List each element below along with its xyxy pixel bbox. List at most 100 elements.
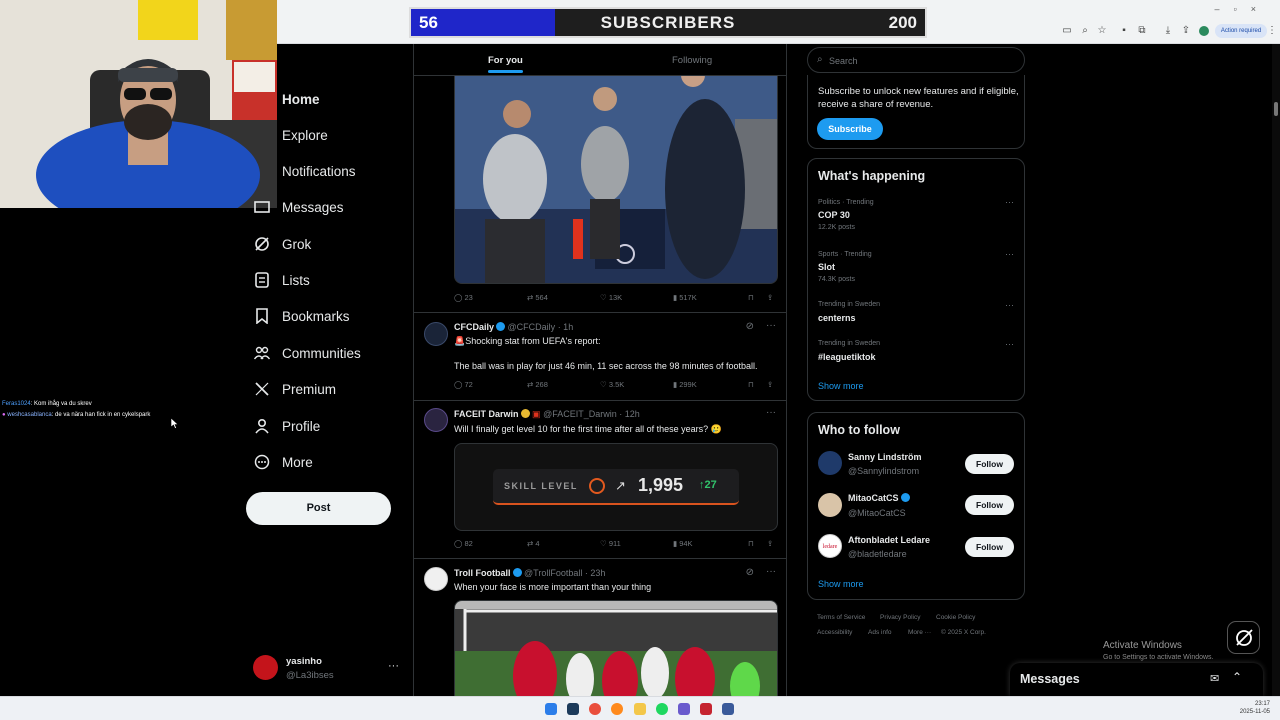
tweet-more-icon[interactable]: ··· — [766, 407, 776, 418]
bookmark-icon[interactable]: ⊓ — [748, 380, 754, 389]
follow-button[interactable]: Follow — [965, 495, 1014, 515]
profile-avatar-icon[interactable] — [1199, 26, 1209, 36]
start-icon[interactable] — [545, 703, 557, 715]
nav-bookmarks[interactable]: Bookmarks — [254, 301, 350, 331]
nav-explore[interactable]: Explore — [282, 120, 328, 150]
app-icon[interactable] — [700, 703, 712, 715]
messages-drawer[interactable]: Messages ✉ ⌃ — [1010, 663, 1263, 696]
browser-menu-icon[interactable]: ⋮ — [1267, 26, 1277, 36]
nav-grok[interactable]: Grok — [254, 229, 311, 259]
nav-notifications[interactable]: Notifications — [282, 156, 356, 186]
subscribe-button[interactable]: Subscribe — [817, 118, 883, 140]
tweet-time[interactable]: · 1h — [558, 322, 574, 332]
follow-name[interactable]: Sanny Lindström — [848, 452, 922, 462]
bookmark-icon[interactable]: ⊓ — [748, 293, 754, 302]
repost-button[interactable]: ⇄ 268 — [527, 380, 548, 389]
follow-button[interactable]: Follow — [965, 454, 1014, 474]
views-button[interactable]: ▮ 94K — [673, 539, 693, 548]
steam-icon[interactable] — [567, 703, 579, 715]
grok-tweet-icon[interactable]: ⊘ — [746, 567, 754, 578]
bookmark-icon[interactable]: ⊓ — [748, 539, 754, 548]
share-icon[interactable]: ⇪ — [767, 539, 773, 548]
show-more-link[interactable]: Show more — [818, 381, 864, 391]
expand-drawer-icon[interactable]: ⌃ — [1232, 670, 1242, 684]
footer-accessibility[interactable]: Accessibility — [817, 629, 852, 636]
tweet-time[interactable]: · 23h — [585, 568, 606, 578]
extension-icon[interactable]: ▪ — [1119, 26, 1129, 36]
follow-name[interactable]: MitaoCatCS — [848, 493, 910, 503]
page-scrollbar[interactable] — [1272, 44, 1280, 696]
reply-button[interactable]: ◯ 72 — [454, 380, 473, 389]
follow-name[interactable]: Aftonbladet Ledare — [848, 535, 930, 545]
chrome-icon[interactable] — [589, 703, 601, 715]
firefox-icon[interactable] — [611, 703, 623, 715]
tweet-media-image[interactable] — [454, 68, 778, 284]
zoom-icon[interactable]: ⌕ — [1080, 26, 1090, 36]
like-button[interactable]: ♡ 3.5K — [600, 380, 624, 389]
tab-for-you[interactable]: For you — [488, 55, 523, 73]
like-button[interactable]: ♡ 13K — [600, 293, 622, 302]
nav-lists[interactable]: Lists — [254, 265, 310, 295]
tweet-author-name[interactable]: FACEIT Darwin — [454, 409, 519, 419]
window-controls[interactable]: –▫× — [1215, 4, 1270, 14]
nav-home[interactable]: Home — [254, 84, 320, 114]
discord-icon[interactable] — [678, 703, 690, 715]
action-required-button[interactable]: Action required — [1215, 24, 1267, 38]
scrollbar-thumb[interactable] — [1274, 102, 1278, 116]
nav-profile[interactable]: Profile — [254, 411, 320, 441]
footer-ads[interactable]: Ads info — [868, 629, 892, 636]
like-button[interactable]: ♡ 911 — [600, 539, 621, 548]
follow-avatar[interactable] — [818, 451, 842, 475]
repost-button[interactable]: ⇄ 4 — [527, 539, 540, 548]
tweet-media-image[interactable] — [454, 600, 778, 696]
nav-messages[interactable]: Messages — [254, 192, 344, 222]
footer-more[interactable]: More ··· — [908, 629, 931, 636]
post-button[interactable]: Post — [246, 492, 391, 525]
nav-communities[interactable]: Communities — [254, 338, 361, 368]
reply-button[interactable]: ◯ 23 — [454, 293, 473, 302]
account-menu-icon[interactable]: ··· — [388, 660, 399, 672]
tweet-author-handle[interactable]: @CFCDaily — [508, 322, 556, 332]
nav-more[interactable]: More — [254, 447, 313, 477]
account-avatar[interactable] — [253, 655, 278, 680]
repost-button[interactable]: ⇄ 564 — [527, 293, 548, 302]
follow-avatar[interactable]: ledare — [818, 534, 842, 558]
new-message-icon[interactable]: ✉ — [1210, 672, 1219, 685]
tweet-more-icon[interactable]: ··· — [766, 566, 776, 577]
tweet-more-icon[interactable]: ··· — [766, 320, 776, 331]
views-button[interactable]: ▮ 299K — [673, 380, 697, 389]
tweet-author-handle[interactable]: @TrollFootball — [524, 568, 582, 578]
trend-more-icon[interactable]: ··· — [1005, 300, 1014, 310]
trend-name[interactable]: #leaguetiktok — [818, 352, 876, 362]
file-explorer-icon[interactable] — [634, 703, 646, 715]
trend-name[interactable]: COP 30 — [818, 210, 850, 220]
follow-avatar[interactable] — [818, 493, 842, 517]
spotify-icon[interactable] — [656, 703, 668, 715]
install-icon[interactable]: ▭ — [1062, 26, 1072, 36]
trend-more-icon[interactable]: ··· — [1005, 339, 1014, 349]
tweet-author-handle[interactable]: @FACEIT_Darwin — [543, 409, 617, 419]
share-icon[interactable]: ⇪ — [767, 293, 773, 302]
follow-button[interactable]: Follow — [965, 537, 1014, 557]
footer-cookie[interactable]: Cookie Policy — [936, 614, 975, 621]
trend-more-icon[interactable]: ··· — [1005, 197, 1014, 207]
views-button[interactable]: ▮ 517K — [673, 293, 697, 302]
search-input[interactable]: ⌕ Search — [807, 47, 1025, 73]
grok-floating-button[interactable] — [1227, 621, 1260, 654]
download-icon[interactable]: ⤓ — [1163, 26, 1173, 36]
tweet-author-name[interactable]: Troll Football — [454, 568, 511, 578]
tweet-media-image[interactable]: SKILL LEVEL ↗ 1,995 ↑27 — [454, 443, 778, 531]
obs-icon[interactable] — [722, 703, 734, 715]
tweet-time[interactable]: · 12h — [619, 409, 640, 419]
reply-button[interactable]: ◯ 82 — [454, 539, 473, 548]
nav-premium[interactable]: Premium — [254, 374, 336, 404]
tab-following[interactable]: Following — [672, 55, 712, 66]
bookmark-star-icon[interactable]: ☆ — [1097, 26, 1107, 36]
footer-terms[interactable]: Terms of Service — [817, 614, 865, 621]
grok-tweet-icon[interactable]: ⊘ — [746, 321, 754, 332]
trend-name[interactable]: centerns — [818, 313, 856, 323]
system-tray[interactable]: 23:17 2025-11-05 — [1240, 700, 1270, 716]
share-icon[interactable]: ⇪ — [1181, 26, 1191, 36]
tweet-avatar[interactable] — [424, 322, 448, 346]
share-icon[interactable]: ⇪ — [767, 380, 773, 389]
